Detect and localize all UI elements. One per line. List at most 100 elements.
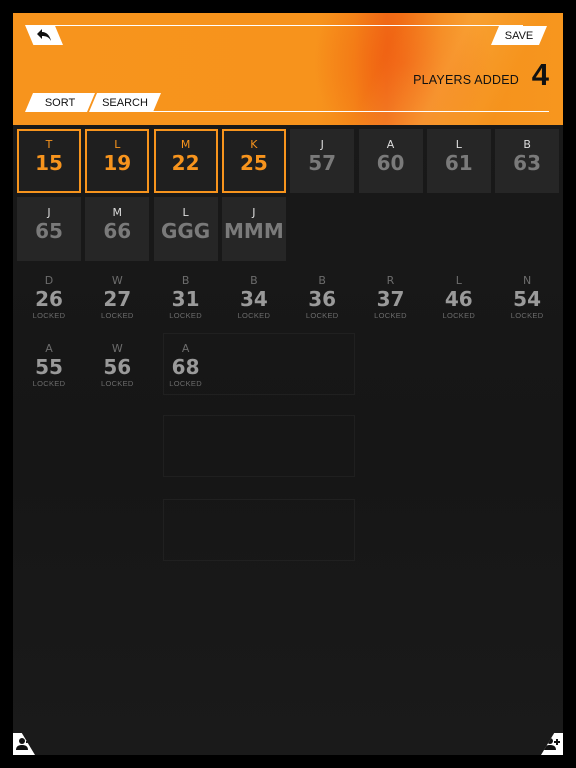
player-tile-number: 25 bbox=[239, 151, 268, 175]
search-button-label: SEARCH bbox=[102, 96, 148, 109]
player-tile[interactable]: L 19 bbox=[85, 129, 150, 193]
player-tile-letter: M bbox=[180, 138, 191, 151]
locked-label: LOCKED bbox=[100, 311, 134, 320]
player-tile[interactable]: M 22 bbox=[153, 129, 218, 193]
player-tile: B 31 LOCKED bbox=[154, 265, 218, 329]
player-tile-number: 46 bbox=[444, 287, 473, 311]
player-tile-letter: J bbox=[252, 206, 256, 219]
player-tile-letter: B bbox=[523, 138, 531, 151]
player-tile: A 55 LOCKED bbox=[17, 333, 81, 397]
players-added-count: 4 bbox=[531, 57, 549, 92]
player-tile: D 26 LOCKED bbox=[17, 265, 81, 329]
player-tile[interactable]: T 15 bbox=[17, 129, 81, 193]
locked-label: LOCKED bbox=[237, 311, 271, 320]
player-tile[interactable]: J 65 bbox=[17, 197, 81, 261]
player-tile-letter: J bbox=[47, 206, 51, 219]
remove-player-icon bbox=[16, 738, 32, 750]
player-tile[interactable]: B 63 bbox=[495, 129, 560, 193]
player-tile-letter: D bbox=[44, 274, 54, 287]
player-tile[interactable]: M 66 bbox=[85, 197, 150, 261]
player-tile[interactable]: J MMM bbox=[221, 197, 286, 261]
player-tile-number: MMM bbox=[224, 219, 284, 243]
back-button[interactable] bbox=[25, 25, 63, 45]
player-tile-number: 63 bbox=[513, 151, 542, 175]
player-tile-number: 57 bbox=[308, 151, 337, 175]
player-tile-letter: L bbox=[114, 138, 121, 151]
player-tile: A 68 LOCKED bbox=[154, 333, 218, 397]
ghost-panel-3 bbox=[163, 499, 355, 561]
player-tile[interactable]: L 61 bbox=[426, 129, 491, 193]
player-tile-letter: L bbox=[455, 274, 462, 287]
locked-label: LOCKED bbox=[32, 379, 66, 388]
player-tile-letter: A bbox=[45, 342, 53, 355]
header-top-line bbox=[53, 25, 523, 26]
player-tile-number: 37 bbox=[376, 287, 405, 311]
player-tile-number: 56 bbox=[103, 355, 132, 379]
remove-player-button[interactable] bbox=[13, 733, 35, 755]
player-tile-number: 34 bbox=[239, 287, 268, 311]
save-button-label: SAVE bbox=[504, 29, 534, 42]
roster-screen: SAVE PLAYERS ADDED 4 SORT SEARCH T 15 L 19 M… bbox=[13, 13, 563, 755]
player-tile-number: 66 bbox=[103, 219, 132, 243]
player-tile-letter: B bbox=[250, 274, 258, 287]
player-tile: R 37 LOCKED bbox=[359, 265, 423, 329]
player-tile-letter: B bbox=[181, 274, 190, 287]
player-tile: B 34 LOCKED bbox=[222, 265, 286, 329]
sort-button-label: SORT bbox=[44, 96, 76, 109]
sort-button[interactable]: SORT bbox=[25, 93, 95, 112]
player-tile-letter: M bbox=[112, 206, 123, 219]
locked-label: LOCKED bbox=[305, 311, 339, 320]
player-tile-number: 55 bbox=[35, 355, 63, 379]
player-tile: W 56 LOCKED bbox=[85, 333, 149, 397]
player-tile-letter: W bbox=[111, 342, 123, 355]
player-tile: L 46 LOCKED bbox=[427, 265, 491, 329]
locked-label: LOCKED bbox=[442, 311, 476, 320]
player-tile[interactable]: A 60 bbox=[358, 129, 423, 193]
player-tile-number: 15 bbox=[35, 151, 63, 175]
player-tile-number: 27 bbox=[103, 287, 132, 311]
player-tile[interactable]: J 57 bbox=[290, 129, 355, 193]
player-tile-letter: L bbox=[455, 138, 462, 151]
player-tile[interactable]: K 25 bbox=[221, 129, 286, 193]
header-bottom-line bbox=[153, 111, 549, 112]
player-tile-number: 65 bbox=[35, 219, 63, 243]
locked-label: LOCKED bbox=[510, 311, 544, 320]
player-tile-number: 19 bbox=[103, 151, 132, 175]
player-tile-letter: W bbox=[111, 274, 123, 287]
player-tile-letter: B bbox=[318, 274, 326, 287]
player-tile-letter: R bbox=[386, 274, 395, 287]
player-tile-number: GGG bbox=[160, 219, 211, 243]
player-tile-number: 22 bbox=[171, 151, 200, 175]
player-tile-number: 36 bbox=[308, 287, 337, 311]
locked-label: LOCKED bbox=[374, 311, 407, 320]
player-tile-number: 54 bbox=[513, 287, 542, 311]
save-button[interactable]: SAVE bbox=[491, 26, 547, 45]
add-player-button[interactable] bbox=[541, 733, 563, 755]
player-tile-letter: A bbox=[386, 138, 395, 151]
player-tile: B 36 LOCKED bbox=[290, 265, 354, 329]
add-player-icon bbox=[544, 738, 560, 750]
player-tile-number: 60 bbox=[376, 151, 405, 175]
player-tile-letter: T bbox=[45, 138, 53, 151]
player-tile-letter: A bbox=[181, 342, 190, 355]
player-tile-letter: J bbox=[320, 138, 324, 151]
player-tile-letter: N bbox=[522, 274, 532, 287]
players-added-label: PLAYERS ADDED bbox=[413, 73, 519, 87]
locked-label: LOCKED bbox=[169, 379, 202, 388]
player-tile: W 27 LOCKED bbox=[85, 265, 149, 329]
player-tile-number: 61 bbox=[444, 151, 473, 175]
header-bar: SAVE PLAYERS ADDED 4 SORT SEARCH bbox=[13, 13, 563, 125]
player-tile-letter: K bbox=[250, 138, 258, 151]
locked-label: LOCKED bbox=[169, 311, 202, 320]
back-arrow-icon bbox=[37, 29, 51, 41]
player-tile-number: 26 bbox=[35, 287, 63, 311]
locked-label: LOCKED bbox=[32, 311, 66, 320]
player-tile-number: 31 bbox=[171, 287, 200, 311]
player-tile-number: 68 bbox=[171, 355, 200, 379]
ghost-panel-2 bbox=[163, 415, 355, 477]
player-tile: N 54 LOCKED bbox=[495, 265, 559, 329]
locked-label: LOCKED bbox=[100, 379, 134, 388]
player-tile-letter: L bbox=[182, 206, 189, 219]
search-button[interactable]: SEARCH bbox=[89, 93, 161, 112]
player-tile[interactable]: L GGG bbox=[153, 197, 218, 261]
